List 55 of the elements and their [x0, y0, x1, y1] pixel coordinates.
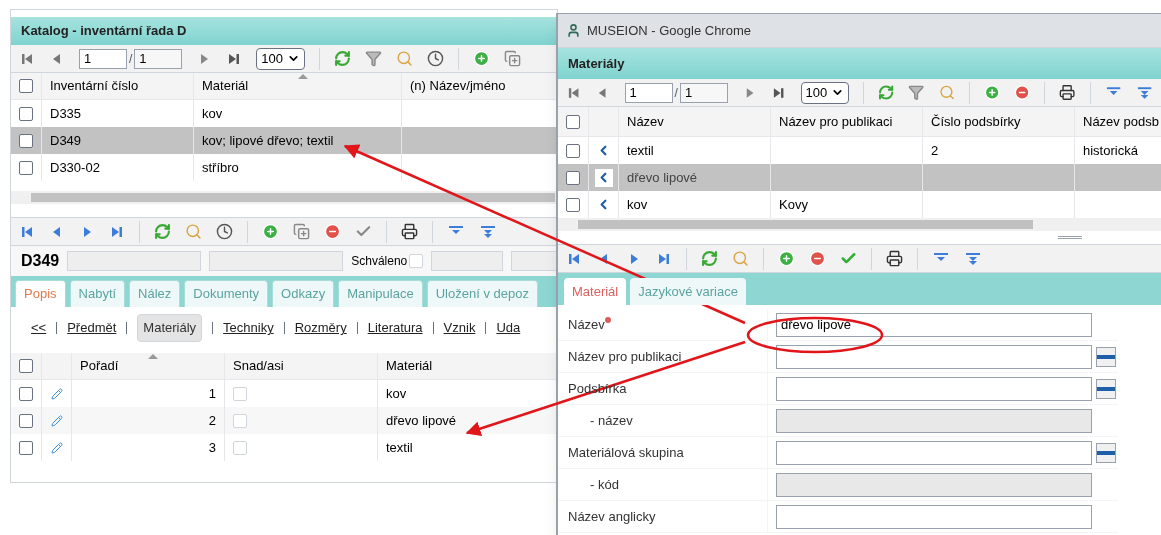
field-label: Název pro publikaci — [568, 347, 682, 366]
column-header[interactable]: Název — [618, 107, 770, 136]
subnav-link[interactable]: Materiály — [137, 314, 203, 342]
column-header[interactable]: Název pro publikaci — [770, 107, 922, 136]
window-title: Katalog - inventární řada D — [11, 17, 557, 45]
table-cell-text: historická — [1083, 141, 1138, 160]
page-count-field[interactable]: 1 — [134, 48, 183, 69]
column-header[interactable]: Snad/asi — [224, 353, 377, 379]
approved-label: Schváleno — [351, 253, 408, 270]
table-cell-text: dřevo lipové — [627, 168, 698, 187]
subnav-link[interactable]: << — [31, 318, 47, 338]
column-header[interactable]: Číslo podsbírky — [922, 107, 1074, 136]
column-header[interactable]: Inventární číslo — [41, 73, 193, 99]
field-label: Název — [568, 315, 605, 334]
table-row[interactable]: D349 kov; lipové dřevo; textil — [11, 127, 557, 154]
table-cell-text: dřevo lipové — [386, 411, 457, 430]
page-separator: / — [129, 50, 133, 68]
table-cell-text: 2 — [931, 141, 939, 160]
table-cell-text: kov — [386, 384, 407, 403]
page-separator: / — [674, 84, 678, 102]
text-field[interactable]: dřevo lipové — [776, 312, 1092, 337]
field-label: Název anglicky — [568, 507, 656, 526]
column-header[interactable]: Název podsb — [1074, 107, 1161, 136]
table-cell: stříbro — [193, 154, 401, 181]
table-row[interactable]: textil 2 historická — [558, 137, 1161, 164]
page-count-field[interactable]: 1 — [679, 82, 728, 103]
column-header[interactable]: Pořadí — [71, 353, 224, 379]
table-cell-text: 3 — [208, 438, 216, 457]
page-field[interactable]: 1 — [624, 82, 673, 103]
page-size-select[interactable]: 100 — [800, 81, 850, 104]
panel-header: Materiály — [558, 48, 1161, 79]
subnav-link[interactable]: Předmět — [67, 318, 117, 338]
record-title: D349 — [21, 251, 60, 271]
table-cell-text: textil — [386, 438, 413, 457]
table-cell: D330-02 — [41, 154, 193, 181]
subnav-link[interactable]: Literatura — [367, 318, 423, 338]
field-label: Materiálová skupina — [568, 443, 684, 462]
subnav-link[interactable]: Techniky — [223, 318, 274, 338]
table-cell-text: 1 — [208, 384, 216, 403]
field-label: - kód — [589, 475, 619, 494]
table-cell-text: textil — [627, 141, 654, 160]
tab[interactable]: Materiál — [564, 278, 627, 305]
subnav-link[interactable]: Rozměry — [294, 318, 347, 338]
table-cell-text: Kovy — [779, 195, 808, 214]
page-field[interactable]: 1 — [79, 48, 127, 69]
subnav-link[interactable]: Uda — [496, 318, 521, 338]
table-row[interactable]: dřevo lipové — [558, 164, 1161, 191]
table-row[interactable]: kov Kovy — [558, 191, 1161, 218]
page-size-select[interactable]: 100 — [256, 47, 306, 70]
column-header[interactable]: Materiál — [193, 73, 401, 99]
table-cell-text: 2 — [208, 411, 216, 430]
field-label: - název — [589, 411, 633, 430]
table-cell-text: kov — [627, 195, 648, 214]
subnav-link[interactable]: Vznik — [443, 318, 476, 338]
window-title: MUSEION - Google Chrome — [587, 21, 751, 40]
